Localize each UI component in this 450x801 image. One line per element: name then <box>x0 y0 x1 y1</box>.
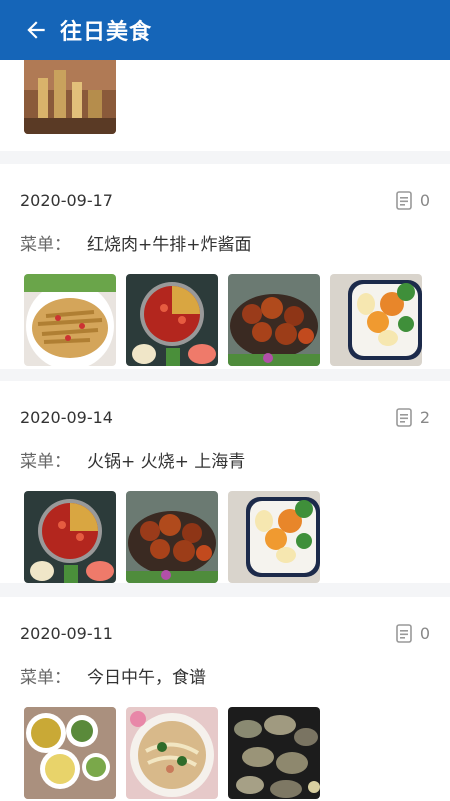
menu-label: 菜单： <box>20 452 71 472</box>
fries-photo[interactable] <box>24 274 116 366</box>
back-button[interactable] <box>18 12 54 48</box>
braised-pork-photo[interactable] <box>228 274 320 366</box>
noodle-soup-photo[interactable] <box>126 707 218 799</box>
page-title: 往日美食 <box>60 20 153 45</box>
oyster-photo[interactable] <box>228 707 320 799</box>
list-item[interactable]: 2020-09-11 0 菜单： 今日中午，食谱 <box>0 597 450 801</box>
building-photo[interactable] <box>24 60 116 134</box>
list-item[interactable] <box>0 60 450 151</box>
document-icon <box>396 624 412 643</box>
list-item[interactable]: 2020-09-14 2 菜单： 火锅+ 火烧+ 上海青 <box>0 381 450 583</box>
top-app-bar: 往日美食 <box>0 0 450 60</box>
braised-pork-photo[interactable] <box>126 491 218 583</box>
menu-label: 菜单： <box>20 235 71 255</box>
plates-photo[interactable] <box>24 707 116 799</box>
menu-label: 菜单： <box>20 668 71 688</box>
record-count: 0 <box>419 191 430 210</box>
document-icon <box>396 191 412 210</box>
document-icon <box>396 408 412 427</box>
arrow-left-icon <box>27 21 45 39</box>
record-date: 2020-09-17 <box>20 191 113 210</box>
egg-dish-photo[interactable] <box>228 491 320 583</box>
menu-text: 红烧肉+牛排+炸酱面 <box>87 235 252 255</box>
hotpot-photo[interactable] <box>24 491 116 583</box>
record-count: 2 <box>419 408 430 427</box>
egg-dish-photo[interactable] <box>330 274 422 366</box>
record-date: 2020-09-11 <box>20 624 113 643</box>
hotpot-photo[interactable] <box>126 274 218 366</box>
record-date: 2020-09-14 <box>20 408 113 427</box>
menu-text: 火锅+ 火烧+ 上海青 <box>87 452 246 472</box>
record-count: 0 <box>419 624 430 643</box>
list-item[interactable]: 2020-09-17 0 菜单： 红烧肉+牛排+炸酱面 <box>0 164 450 369</box>
menu-text: 今日中午，食谱 <box>87 668 206 688</box>
